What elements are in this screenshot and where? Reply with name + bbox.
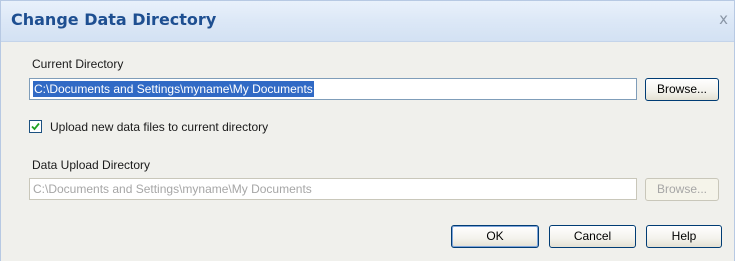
- current-directory-label: Current Directory: [32, 57, 124, 71]
- title-bar[interactable]: Change Data Directory x: [1, 1, 734, 42]
- data-upload-directory-browse-button: Browse...: [645, 178, 719, 201]
- close-icon[interactable]: x: [719, 10, 728, 28]
- cancel-button[interactable]: Cancel: [549, 225, 636, 248]
- ok-button[interactable]: OK: [451, 225, 539, 248]
- help-button[interactable]: Help: [646, 225, 722, 248]
- current-directory-browse-button[interactable]: Browse...: [645, 78, 719, 101]
- data-upload-directory-input: C:\Documents and Settings\myname\My Docu…: [29, 178, 637, 200]
- current-directory-value: C:\Documents and Settings\myname\My Docu…: [33, 81, 314, 97]
- dialog-title: Change Data Directory: [11, 10, 217, 29]
- checkmark-icon: [31, 122, 40, 131]
- data-upload-directory-label: Data Upload Directory: [32, 158, 151, 172]
- current-directory-input[interactable]: C:\Documents and Settings\myname\My Docu…: [29, 78, 637, 100]
- upload-to-current-label[interactable]: Upload new data files to current directo…: [50, 120, 268, 134]
- upload-to-current-checkbox[interactable]: [29, 120, 42, 133]
- change-data-directory-dialog: Change Data Directory x Current Director…: [0, 0, 735, 261]
